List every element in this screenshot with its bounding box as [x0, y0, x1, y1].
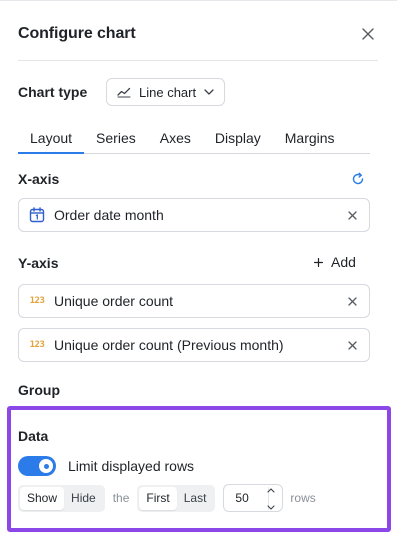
line-chart-icon: [117, 87, 131, 98]
add-label: Add: [331, 254, 356, 270]
y-axis-field[interactable]: 123 Unique order count: [18, 284, 370, 318]
config-tabs: Layout Series Axes Display Margins: [18, 126, 370, 154]
limit-rows-row: Limit displayed rows: [18, 456, 194, 476]
panel-header: Configure chart: [18, 20, 378, 48]
x-axis-label: X-axis: [18, 171, 60, 187]
rows-stepper[interactable]: [266, 488, 276, 510]
refresh-button[interactable]: [350, 171, 366, 187]
tab-axes[interactable]: Axes: [148, 126, 203, 154]
header-divider: [18, 60, 378, 61]
tab-display[interactable]: Display: [203, 126, 273, 154]
rows-count-value: 50: [235, 491, 249, 505]
data-label: Data: [18, 428, 49, 444]
first-option[interactable]: First: [139, 486, 177, 510]
toggle-knob: [39, 459, 53, 473]
chart-type-label: Chart type: [18, 84, 88, 100]
close-icon: [347, 340, 357, 350]
limit-controls-row: Show Hide the First Last 50 rows: [18, 484, 316, 512]
show-hide-segmented: Show Hide: [18, 484, 105, 512]
y-axis-field-text: Unique order count (Previous month): [54, 337, 284, 353]
the-label: the: [112, 491, 130, 505]
tab-layout[interactable]: Layout: [18, 126, 85, 154]
tab-margins[interactable]: Margins: [273, 126, 347, 154]
hide-option[interactable]: Hide: [64, 487, 103, 510]
remove-x-axis-button[interactable]: [345, 208, 359, 222]
y-axis-field[interactable]: 123 Unique order count (Previous month): [18, 328, 370, 362]
y-axis-label: Y-axis: [18, 255, 59, 271]
add-y-axis-button[interactable]: Add: [314, 254, 356, 270]
plus-icon: [314, 257, 323, 267]
close-icon: [362, 28, 374, 40]
remove-y-axis-button[interactable]: [345, 294, 359, 308]
tab-series[interactable]: Series: [84, 126, 148, 154]
number-type-icon: 123: [29, 296, 45, 306]
remove-y-axis-button[interactable]: [345, 338, 359, 352]
chart-type-row: Chart type Line chart: [18, 78, 226, 106]
y-axis-field-text: Unique order count: [54, 293, 174, 309]
rows-count-input[interactable]: 50: [223, 484, 284, 512]
show-option[interactable]: Show: [20, 486, 65, 510]
number-type-icon: 123: [29, 340, 45, 350]
chevron-up-icon[interactable]: [267, 488, 275, 493]
close-icon: [347, 210, 357, 220]
calendar-icon: [27, 205, 47, 225]
refresh-icon: [352, 172, 364, 185]
chart-type-value: Line chart: [139, 84, 197, 100]
limit-rows-label: Limit displayed rows: [68, 458, 195, 474]
chart-type-select[interactable]: Line chart: [106, 78, 226, 106]
x-axis-field-text: Order date month: [54, 207, 164, 223]
group-label: Group: [18, 382, 60, 398]
limit-rows-toggle[interactable]: [18, 456, 56, 476]
last-option[interactable]: Last: [177, 487, 214, 510]
chevron-down-icon[interactable]: [267, 505, 275, 510]
first-last-segmented: First Last: [137, 484, 216, 512]
close-button[interactable]: [358, 24, 378, 44]
panel-title: Configure chart: [18, 25, 136, 42]
close-icon: [347, 296, 357, 306]
rows-label: rows: [290, 491, 316, 505]
chevron-down-icon: [204, 89, 214, 95]
top-border: [0, 0, 397, 1]
x-axis-field[interactable]: Order date month: [18, 198, 370, 232]
